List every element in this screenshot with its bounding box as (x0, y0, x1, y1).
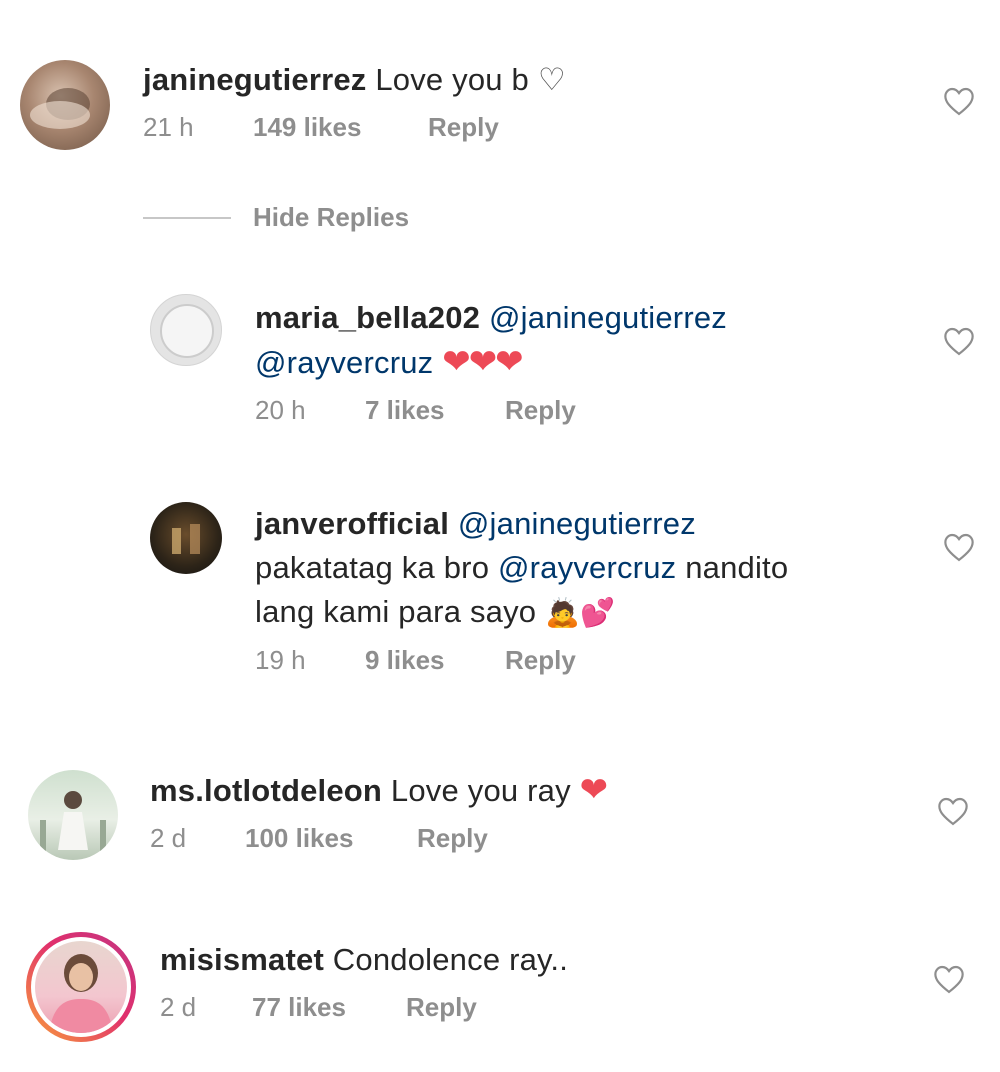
reply-button[interactable]: Reply (505, 393, 576, 427)
comment-time: 2 d (160, 992, 197, 1022)
avatar[interactable] (20, 60, 110, 150)
comment-time: 20 h (255, 395, 306, 425)
comment-text: Love you b (375, 62, 529, 97)
avatar-story-ring[interactable] (26, 932, 136, 1042)
comment-username[interactable]: misismatet (160, 942, 324, 977)
red-heart-emoji: ❤❤❤ (442, 343, 523, 381)
comment-username[interactable]: janinegutierrez (143, 62, 367, 97)
avatar[interactable] (28, 770, 118, 860)
comment-likes[interactable]: 149 likes (253, 110, 428, 144)
like-heart-icon[interactable] (942, 326, 976, 356)
like-heart-icon[interactable] (942, 86, 976, 116)
emoji: 🙇💕 (545, 597, 616, 628)
comment-likes[interactable]: 7 likes (365, 393, 505, 427)
comment-username[interactable]: maria_bella202 (255, 300, 480, 335)
comment-text: lang kami para sayo (255, 594, 537, 629)
comment-text: pakatatag ka bro (255, 550, 490, 585)
mention-link[interactable]: @rayvercruz (498, 550, 676, 585)
comment-text: Love you ray (390, 773, 571, 808)
reply-button[interactable]: Reply (406, 990, 477, 1024)
red-heart-emoji: ❤ (579, 771, 609, 809)
reply-button[interactable]: Reply (428, 110, 499, 144)
comments-thread: janinegutierrez Love you b ♡ 21 h 149 li… (0, 0, 1000, 1072)
comment-time: 2 d (150, 823, 187, 853)
comment-likes[interactable]: 100 likes (245, 821, 417, 855)
like-heart-icon[interactable] (936, 796, 970, 826)
hide-replies-toggle[interactable]: Hide Replies (143, 202, 409, 233)
reply-button[interactable]: Reply (505, 643, 576, 677)
comment-text: Condolence ray.. (332, 942, 569, 977)
divider-line (143, 216, 231, 219)
like-heart-icon[interactable] (942, 532, 976, 562)
comment-time: 21 h (143, 112, 194, 142)
comment-username[interactable]: janverofficial (255, 506, 449, 541)
avatar-default[interactable] (150, 294, 222, 366)
like-heart-icon[interactable] (932, 964, 966, 994)
outline-heart-emoji: ♡ (537, 62, 566, 97)
comment-likes[interactable]: 9 likes (365, 643, 505, 677)
comment-likes[interactable]: 77 likes (252, 990, 406, 1024)
hide-replies-label[interactable]: Hide Replies (253, 202, 409, 233)
comment-username[interactable]: ms.lotlotdeleon (150, 773, 382, 808)
avatar[interactable] (150, 502, 222, 574)
mention-link[interactable]: @janinegutierrez (458, 506, 696, 541)
mention-link[interactable]: @janinegutierrez (489, 300, 727, 335)
reply-button[interactable]: Reply (417, 821, 488, 855)
mention-link[interactable]: @rayvercruz (255, 345, 433, 380)
comment-time: 19 h (255, 645, 306, 675)
comment-text: nandito (685, 550, 789, 585)
